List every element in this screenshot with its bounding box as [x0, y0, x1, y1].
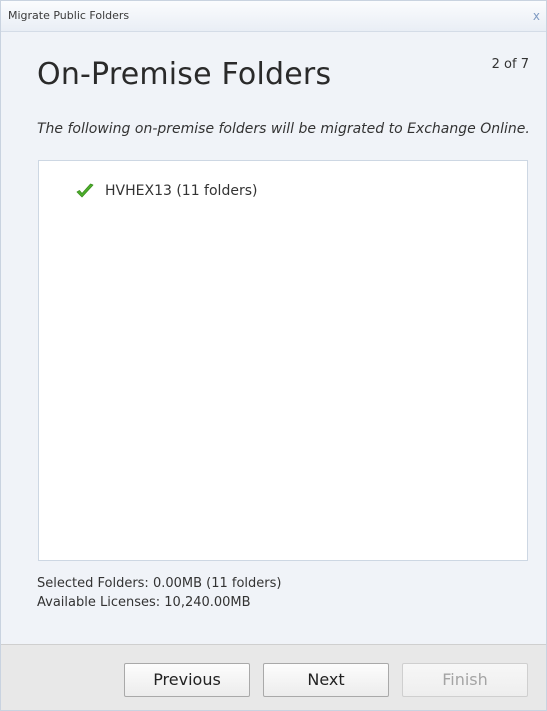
previous-button[interactable]: Previous [124, 663, 250, 697]
title-bar: Migrate Public Folders x [1, 1, 546, 32]
finish-button: Finish [402, 663, 528, 697]
next-button[interactable]: Next [263, 663, 389, 697]
step-indicator: 2 of 7 [491, 57, 529, 72]
list-item[interactable]: HVHEX13 (11 folders) [75, 183, 257, 199]
folder-label: HVHEX13 (11 folders) [105, 183, 258, 199]
button-bar: Previous Next Finish [1, 644, 546, 710]
available-licenses-text: Available Licenses: 10,240.00MB [37, 595, 251, 610]
folder-list[interactable]: HVHEX13 (11 folders) [38, 160, 528, 561]
close-icon[interactable]: x [533, 9, 540, 23]
selected-folders-text: Selected Folders: 0.00MB (11 folders) [37, 576, 282, 591]
page-description: The following on-premise folders will be… [37, 121, 530, 137]
check-icon [75, 183, 95, 199]
summary: Selected Folders: 0.00MB (11 folders) Av… [37, 574, 282, 612]
window-title: Migrate Public Folders [8, 9, 130, 22]
page-title: On-Premise Folders [37, 57, 332, 92]
migrate-dialog: Migrate Public Folders x On-Premise Fold… [0, 0, 547, 711]
